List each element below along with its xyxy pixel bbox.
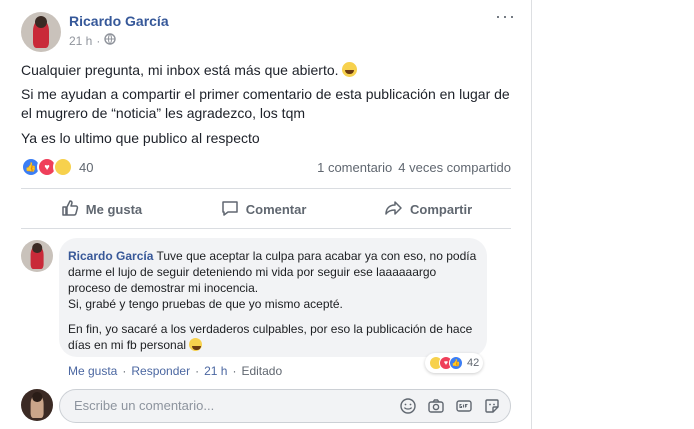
like-label: Me gusta	[85, 201, 143, 217]
share-label: Compartir	[410, 201, 473, 217]
comment-paragraph-1: Ricardo García Tuve que aceptar la culpa…	[68, 249, 477, 295]
share-icon	[384, 198, 404, 221]
comments-count-link[interactable]: 1 comentario	[317, 160, 392, 175]
reactions-count: 40	[79, 159, 94, 175]
post-meta: 21 h ·	[69, 33, 117, 48]
haha-reaction-icon	[53, 157, 73, 177]
smile-emoji-icon	[189, 338, 203, 351]
post-stats: 1 comentario 4 veces compartido	[317, 160, 511, 175]
shares-count-link[interactable]: 4 veces compartido	[398, 160, 511, 175]
meta-separator: ·	[96, 33, 101, 48]
divider-top	[21, 188, 511, 189]
comment-edited-label[interactable]: Editado	[241, 364, 282, 378]
comment-reactions-count: 42	[467, 357, 480, 369]
composer-tools	[398, 396, 502, 416]
grin-emoji-icon	[342, 62, 358, 77]
post-paragraph-3: Ya es lo ultimo que publico al respecto	[21, 130, 260, 146]
comment-input[interactable]	[72, 397, 376, 414]
emoji-picker-icon[interactable]	[398, 396, 418, 416]
camera-icon[interactable]	[426, 396, 446, 416]
commenter-avatar[interactable]	[21, 240, 53, 272]
post-paragraph-1: Cualquier pregunta, mi inbox está más qu…	[21, 61, 511, 80]
meta-separator: ·	[195, 364, 200, 378]
comment-paragraph-2: Si, grabé y tengo pruebas de que yo mism…	[68, 297, 343, 311]
meta-separator: ·	[232, 364, 237, 378]
meta-separator: ·	[122, 364, 127, 378]
reactions-summary[interactable]: 👍 ♥ 40	[21, 157, 93, 177]
comment-label: Comentar	[245, 201, 307, 217]
post-time[interactable]: 21 h	[69, 34, 92, 48]
post-paragraph-2: Si me ayudan a compartir el primer comen…	[21, 86, 510, 121]
comment-icon	[220, 198, 240, 221]
globe-icon	[104, 33, 117, 48]
like-button[interactable]: Me gusta	[60, 191, 142, 227]
gif-icon[interactable]	[454, 396, 474, 416]
comment-like-link[interactable]: Me gusta	[68, 364, 117, 378]
comment-reactions[interactable]: ♥ 👍 42	[425, 353, 484, 373]
comment-author-name[interactable]: Ricardo García	[68, 249, 153, 263]
current-user-avatar[interactable]	[21, 389, 53, 421]
like-reaction-icon: 👍	[449, 356, 463, 370]
comment-paragraph-3: En fin, yo sacaré a los verdaderos culpa…	[68, 322, 473, 352]
share-button[interactable]: Compartir	[384, 191, 472, 227]
author-avatar[interactable]	[21, 12, 61, 52]
post-card: Ricardo García 21 h · ··· Cualquier preg…	[0, 0, 532, 429]
comment-composer	[59, 389, 511, 423]
comment-meta: Me gusta · Responder · 21 h · Editado	[68, 364, 282, 378]
comment-reply-link[interactable]: Responder	[131, 364, 190, 378]
divider-bottom	[21, 228, 511, 229]
thumbs-up-icon	[60, 198, 80, 221]
more-options-icon[interactable]: ···	[495, 6, 516, 27]
sticker-icon[interactable]	[482, 396, 502, 416]
post-action-bar: Me gusta Comentar Compartir	[21, 191, 511, 227]
post-author-name[interactable]: Ricardo García	[69, 13, 169, 29]
comment-button[interactable]: Comentar	[220, 191, 307, 227]
comment-time[interactable]: 21 h	[204, 364, 227, 378]
